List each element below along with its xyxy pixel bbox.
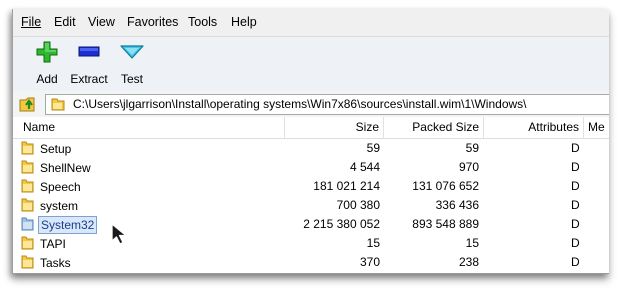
column-size[interactable]: Size [285, 117, 384, 138]
column-name-label: Name [23, 120, 56, 134]
column-attributes[interactable]: Attributes [484, 117, 584, 138]
folder-icon [21, 197, 35, 215]
table-row[interactable]: Setup 59 59 D [13, 139, 609, 158]
table-row-selected[interactable]: System32 2 215 380 052 893 548 889 D [13, 215, 609, 234]
path-input[interactable]: C:\Users\jlgarrison\Install\operating sy… [45, 94, 609, 115]
archive-window: File Edit View Favorites Tools Help Add [12, 9, 609, 274]
mouse-cursor-icon [110, 222, 132, 246]
menu-favorites-label: Favorites [127, 15, 179, 29]
extract-button[interactable]: Extract [69, 39, 109, 89]
add-button[interactable]: Add [31, 39, 63, 89]
file-name: Tasks [40, 255, 71, 270]
minus-icon [78, 46, 100, 57]
file-size: 15 [366, 236, 380, 250]
extract-button-label: Extract [70, 72, 108, 86]
file-attributes: D [571, 179, 580, 193]
menu-help-label: Help [231, 15, 257, 29]
file-size: 370 [359, 255, 380, 269]
file-attributes: D [571, 198, 580, 212]
up-folder-button[interactable] [19, 95, 39, 113]
column-size-label: Size [355, 120, 379, 134]
file-name: System32 [38, 215, 98, 234]
file-attributes: D [571, 255, 580, 269]
menu-bar: File Edit View Favorites Tools Help [13, 9, 609, 37]
folder-icon [21, 178, 35, 196]
file-attributes: D [571, 160, 580, 174]
column-packed-size[interactable]: Packed Size [384, 117, 484, 138]
column-more[interactable]: Me [584, 117, 609, 138]
file-name: ShellNew [40, 160, 91, 175]
file-name: Speech [40, 179, 81, 194]
file-size: 181 021 214 [313, 179, 380, 193]
menu-edit-label: Edit [54, 15, 76, 29]
menu-favorites[interactable]: Favorites [127, 15, 178, 29]
add-button-label: Add [36, 72, 58, 86]
file-name: TAPI [40, 236, 66, 251]
folder-icon [21, 254, 35, 272]
menu-view[interactable]: View [88, 15, 115, 29]
file-packed-size: 336 436 [435, 198, 479, 212]
table-row[interactable]: Tasks 370 238 D [13, 253, 609, 272]
menu-view-label: View [88, 15, 115, 29]
file-attributes: D [571, 217, 580, 231]
menu-tools-label: Tools [188, 15, 218, 29]
menu-file[interactable]: File [21, 15, 41, 29]
up-folder-icon [19, 97, 35, 112]
file-attributes: D [571, 236, 580, 250]
test-button-label: Test [120, 72, 143, 86]
path-text: C:\Users\jlgarrison\Install\operating sy… [73, 97, 527, 111]
folder-icon [21, 235, 35, 253]
file-name: Setup [40, 141, 72, 156]
file-packed-size: 238 [458, 255, 479, 269]
column-attributes-label: Attributes [528, 120, 579, 134]
file-packed-size: 131 076 652 [412, 179, 479, 193]
file-packed-size: 59 [465, 141, 479, 155]
table-row[interactable]: TAPI 15 15 D [13, 234, 609, 253]
column-more-label: Me [588, 120, 605, 134]
file-packed-size: 15 [465, 236, 479, 250]
folder-icon [21, 216, 35, 234]
file-size: 59 [366, 141, 380, 155]
file-attributes: D [571, 141, 580, 155]
file-packed-size: 970 [458, 160, 479, 174]
table-row[interactable]: system 700 380 336 436 D [13, 196, 609, 215]
file-size: 4 544 [349, 160, 380, 174]
file-list: Setup 59 59 D ShellNew 4 544 970 D Speec… [13, 139, 609, 272]
check-icon [120, 45, 144, 59]
menu-help[interactable]: Help [231, 15, 257, 29]
file-size: 2 215 380 052 [303, 217, 380, 231]
folder-icon [21, 140, 35, 158]
plus-icon [36, 41, 58, 63]
test-button[interactable]: Test [117, 39, 147, 89]
toolbar: Add Extract Test [13, 37, 609, 92]
menu-file-label: File [21, 15, 42, 29]
menu-tools[interactable]: Tools [188, 15, 217, 29]
file-size: 700 380 [336, 198, 380, 212]
table-row[interactable]: ShellNew 4 544 970 D [13, 158, 609, 177]
folder-icon [21, 159, 35, 177]
address-bar: C:\Users\jlgarrison\Install\operating sy… [13, 91, 609, 118]
file-packed-size: 893 548 889 [412, 217, 479, 231]
table-row[interactable]: Speech 181 021 214 131 076 652 D [13, 177, 609, 196]
column-header: Name Size Packed Size Attributes Me [13, 117, 609, 139]
column-packed-label: Packed Size [412, 120, 479, 134]
menu-edit[interactable]: Edit [54, 15, 76, 29]
column-name[interactable]: Name [13, 117, 285, 138]
folder-icon [50, 96, 66, 115]
file-name: system [40, 198, 79, 213]
